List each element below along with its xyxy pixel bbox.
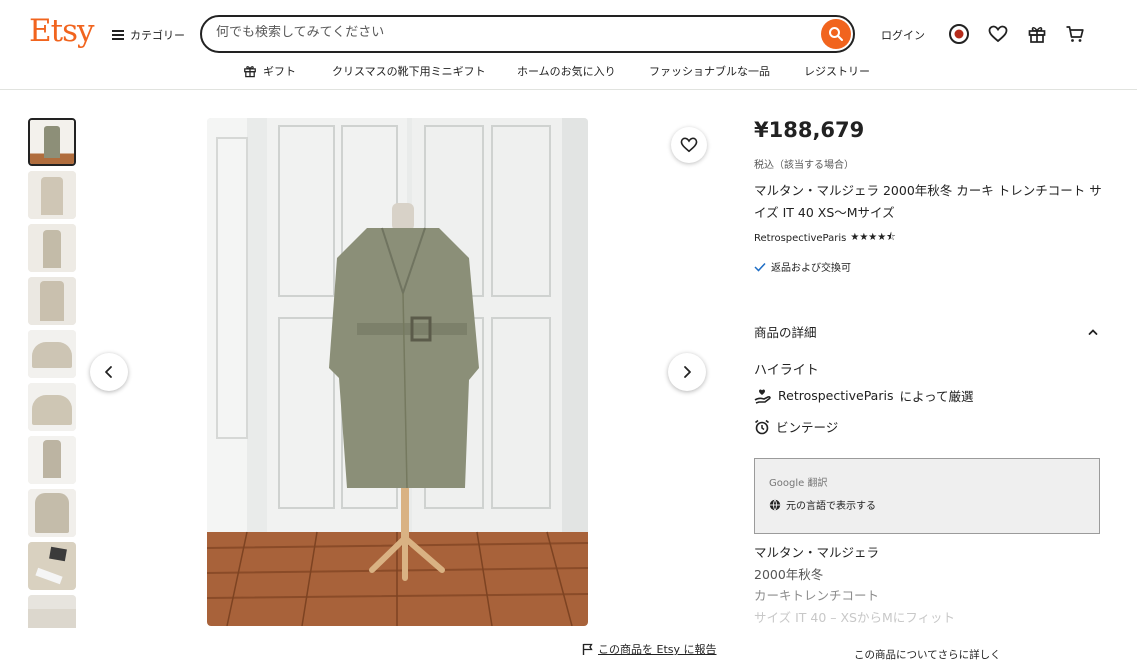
check-icon xyxy=(754,262,766,272)
nav-item-gift[interactable]: ギフト xyxy=(243,63,296,79)
nav-item-stocking-gifts[interactable]: クリスマスの靴下用ミニギフト xyxy=(332,63,486,79)
thumbnail[interactable] xyxy=(28,277,76,325)
trench-coat-photo xyxy=(207,118,588,626)
tax-note: 税込（該当する場合） xyxy=(754,160,854,171)
vintage-label: ビンテージ xyxy=(776,420,839,435)
product-description: マルタン・マルジェラ 2000年秋冬 カーキトレンチコート サイズ IT 40 … xyxy=(754,542,1094,628)
chevron-right-icon xyxy=(684,366,691,378)
thumbnail[interactable] xyxy=(28,171,76,219)
nav-item-fashion[interactable]: ファッショナブルな一品 xyxy=(649,63,770,79)
curated-suffix: によって厳選 xyxy=(899,389,974,404)
report-label: この商品を Etsy に報告 xyxy=(598,643,717,656)
curated-shop-name: RetrospectiveParis xyxy=(778,388,894,403)
product-price: ¥188,679 xyxy=(754,118,865,142)
globe-icon xyxy=(769,499,781,510)
search-icon xyxy=(829,27,843,41)
currency-region-button[interactable] xyxy=(947,22,971,46)
nav-label: ギフト xyxy=(263,65,296,78)
rating-stars: ★★★★⯪ xyxy=(850,232,896,243)
description-line: 2000年秋冬 xyxy=(754,566,824,582)
thumbnail-list xyxy=(28,118,76,628)
login-link[interactable]: ログイン xyxy=(881,27,925,43)
description-line: カーキトレンチコート xyxy=(754,588,880,603)
thumbnail[interactable] xyxy=(28,118,76,166)
previous-image-button[interactable] xyxy=(90,353,128,391)
report-item-link[interactable]: この商品を Etsy に報告 xyxy=(582,641,717,657)
returns-info: 返品および交換可 xyxy=(754,259,851,274)
item-details-toggle[interactable]: 商品の詳細 xyxy=(754,322,1099,341)
etsy-logo[interactable]: Etsy xyxy=(29,13,95,49)
nav-item-registry[interactable]: レジストリー xyxy=(804,63,870,79)
returns-label: 返品および交換可 xyxy=(771,263,851,274)
search-bar xyxy=(200,15,855,53)
favorite-button[interactable] xyxy=(671,127,707,163)
chevron-up-icon xyxy=(1088,328,1098,335)
record-icon xyxy=(949,24,969,44)
item-details-heading: 商品の詳細 xyxy=(754,325,817,340)
favorites-button[interactable] xyxy=(986,22,1010,46)
thumbnail[interactable] xyxy=(28,330,76,378)
chevron-left-icon xyxy=(105,366,112,378)
categories-button[interactable]: カテゴリー xyxy=(112,24,185,46)
gift-icon xyxy=(1028,27,1046,43)
shop-info: RetrospectiveParis ★★★★⯪ xyxy=(754,230,896,247)
next-image-button[interactable] xyxy=(668,353,706,391)
thumbnail[interactable] xyxy=(28,595,76,628)
description-line: サイズ IT 40 – XSからMにフィット xyxy=(754,609,956,625)
heart-icon xyxy=(680,137,698,153)
search-button[interactable] xyxy=(821,19,851,49)
flag-icon xyxy=(582,643,593,655)
thumbnail[interactable] xyxy=(28,542,76,590)
hand-heart-icon xyxy=(754,388,771,404)
nav-item-home-favorites[interactable]: ホームのお気に入り xyxy=(517,63,616,79)
description-line: マルタン・マルジェラ xyxy=(754,545,880,560)
show-original-button[interactable]: 元の言語で表示する xyxy=(769,497,876,512)
alarm-clock-icon xyxy=(755,419,769,434)
search-input[interactable] xyxy=(216,25,806,40)
google-translate-box: Google 翻訳 元の言語で表示する xyxy=(754,458,1100,534)
google-translate-label: Google 翻訳 xyxy=(769,478,828,489)
gifts-button[interactable] xyxy=(1025,22,1049,46)
thumbnail[interactable] xyxy=(28,224,76,272)
thumbnail[interactable] xyxy=(28,489,76,537)
vintage-row: ビンテージ xyxy=(754,417,838,436)
heart-icon xyxy=(988,25,1008,43)
highlights-heading: ハイライト xyxy=(754,363,819,378)
hamburger-icon xyxy=(112,30,124,40)
shop-name-link[interactable]: RetrospectiveParis xyxy=(754,233,846,244)
cart-button[interactable] xyxy=(1063,22,1087,46)
gift-icon xyxy=(244,66,256,78)
cart-icon xyxy=(1066,26,1084,42)
learn-more-button[interactable]: この商品についてさらに詳しく xyxy=(854,647,1001,662)
category-nav: ギフト クリスマスの靴下用ミニギフト ホームのお気に入り ファッショナブルな一品… xyxy=(0,60,1137,82)
curated-by-row: RetrospectiveParis によって厳選 xyxy=(754,386,973,405)
product-main-image xyxy=(207,118,588,626)
product-title: マルタン・マルジェラ 2000年秋冬 カーキ トレンチコート サイズ IT 40… xyxy=(754,183,1102,220)
site-header: Etsy カテゴリー ログイン xyxy=(0,0,1137,90)
show-original-label: 元の言語で表示する xyxy=(786,501,876,512)
thumbnail[interactable] xyxy=(28,436,76,484)
thumbnail[interactable] xyxy=(28,383,76,431)
categories-label: カテゴリー xyxy=(130,29,185,42)
